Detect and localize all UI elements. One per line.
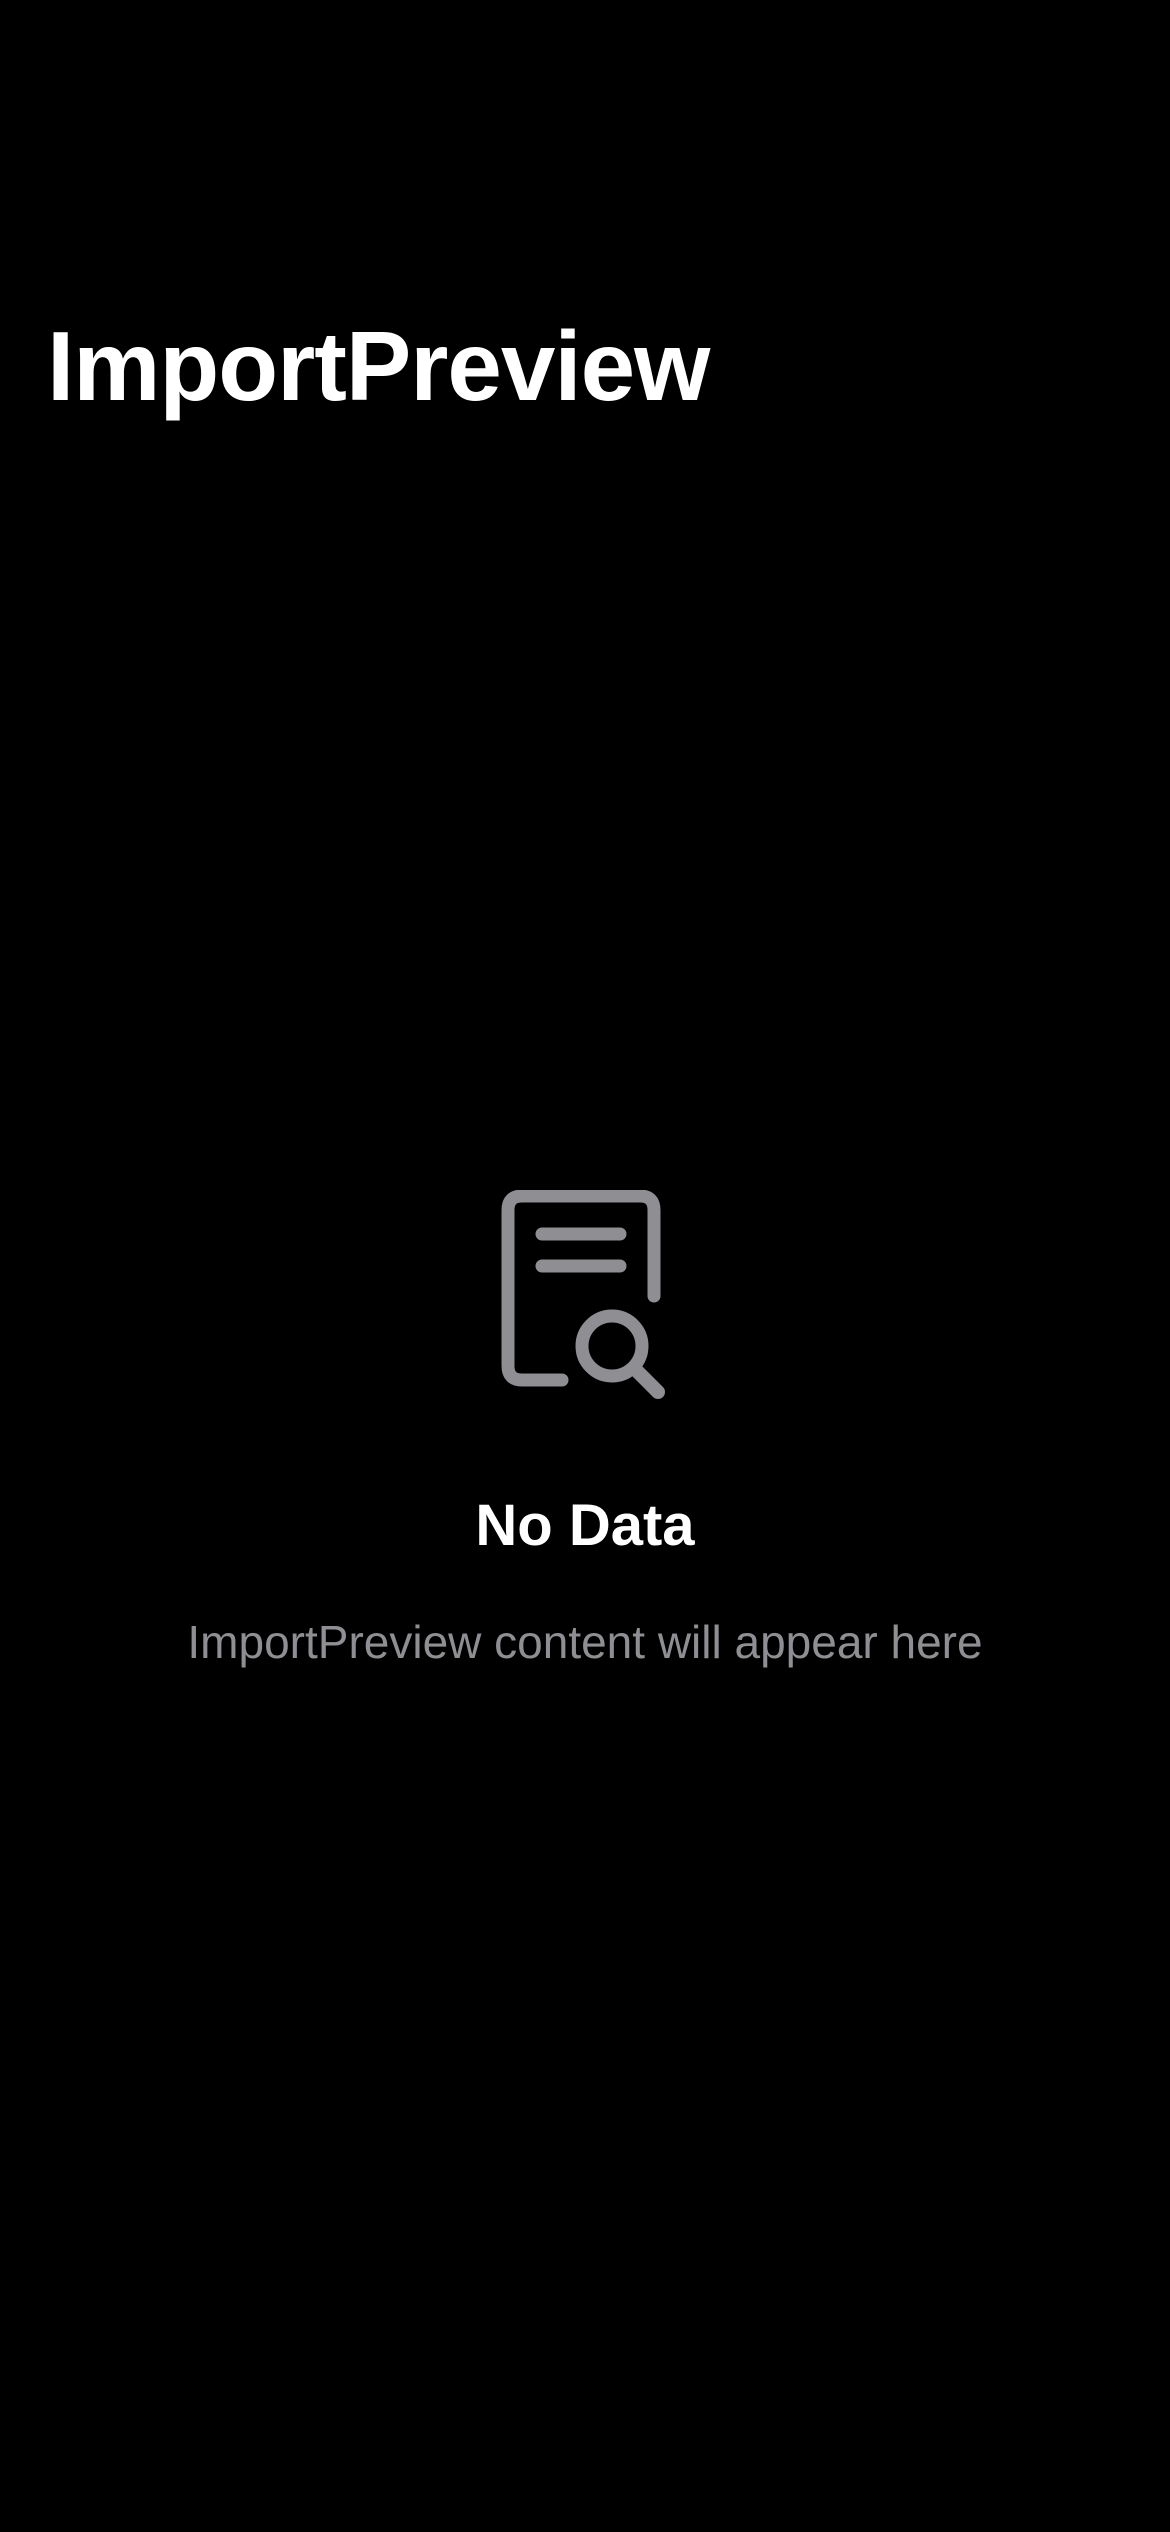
- doc-text-magnifyingglass-icon: [501, 1190, 665, 1399]
- page-title: ImportPreview: [47, 311, 710, 421]
- empty-state-title: No Data: [475, 1493, 695, 1558]
- empty-state: No Data ImportPreview content will appea…: [0, 1190, 1170, 1670]
- empty-state-subtitle: ImportPreview content will appear here: [187, 1616, 983, 1668]
- import-preview-screen: ImportPreview No Data ImportPreview cont…: [0, 0, 1170, 2532]
